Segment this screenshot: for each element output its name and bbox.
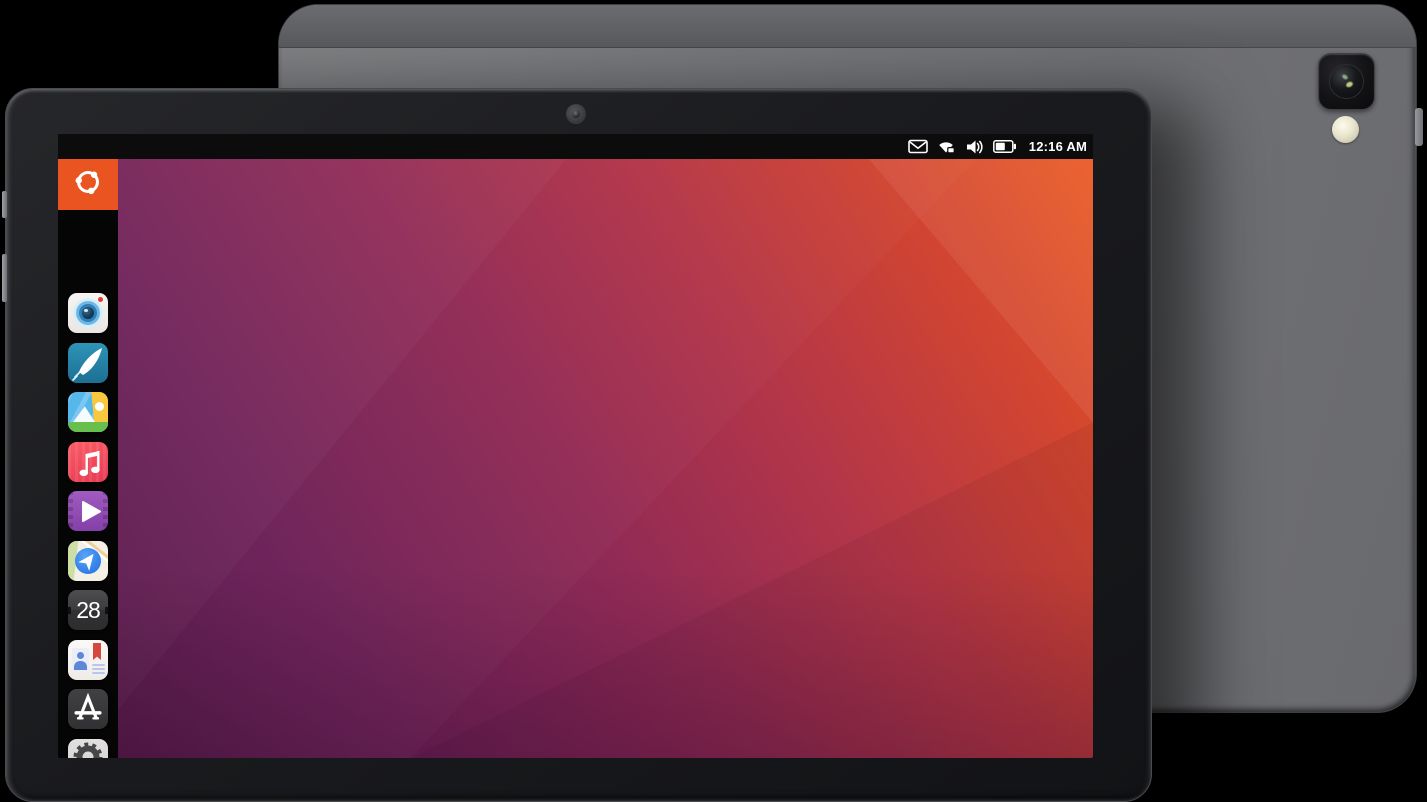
contact-avatar (72, 648, 89, 671)
dock-icon-maps[interactable] (68, 541, 108, 581)
dock-icon-music[interactable] (68, 442, 108, 482)
screen: 12:16 AM (58, 134, 1093, 758)
play-icon (68, 518, 108, 531)
dock-icon-photos[interactable] (68, 392, 108, 432)
front-camera (566, 104, 586, 124)
dock-icon-fonts[interactable] (68, 689, 108, 729)
dock-icon-notes[interactable] (68, 343, 108, 383)
camera-lens-icon (73, 298, 103, 328)
volume-rocker-button (2, 254, 7, 302)
navigation-arrow-icon (75, 548, 101, 574)
dock-icon-videos[interactable] (68, 491, 108, 531)
indicator-area[interactable]: 12:16 AM (908, 139, 1093, 155)
rear-camera-lens (1329, 64, 1364, 99)
wifi-secure-icon (937, 139, 956, 154)
antenna-band (279, 5, 1416, 48)
dock-icon-settings[interactable] (68, 739, 108, 758)
flip-clock-hinge (68, 607, 71, 614)
power-button (1415, 108, 1423, 146)
dock-icon-ubuntu[interactable] (58, 159, 118, 210)
volume-icon (965, 139, 984, 155)
flip-clock-hinge (105, 607, 108, 614)
dock-icon-contacts[interactable] (68, 640, 108, 680)
grass-strip (68, 422, 108, 432)
feather-icon (68, 370, 108, 383)
wallpaper-vignette (118, 159, 1093, 758)
launcher-dock: 28 (58, 159, 118, 758)
camera-flash-led (1332, 116, 1359, 143)
equalizer-texture (68, 442, 108, 482)
lens-glint (1345, 81, 1353, 88)
text-line (92, 672, 105, 674)
tablet-front: 12:16 AM (5, 88, 1152, 802)
dock-icon-camera[interactable] (68, 293, 108, 333)
text-line (92, 668, 105, 670)
filmstrip-edge (68, 491, 73, 531)
battery-icon (993, 140, 1017, 153)
volume-up-button (2, 191, 7, 218)
ubuntu-wallpaper (118, 159, 1093, 758)
mail-icon (908, 139, 928, 154)
record-dot (98, 297, 103, 302)
ubuntu-logo-icon (71, 165, 105, 204)
clock[interactable]: 12:16 AM (1029, 139, 1087, 154)
letter-a-icon (68, 689, 108, 729)
filmstrip-edge (103, 491, 108, 531)
dock-icon-calendar[interactable]: 28 (68, 590, 108, 630)
pin-dot (95, 402, 104, 411)
calendar-date-icon: 28 (76, 599, 100, 622)
text-line (92, 664, 105, 666)
gear-icon (72, 741, 104, 759)
top-panel: 12:16 AM (58, 134, 1093, 159)
lens-glint (1341, 74, 1348, 81)
rear-camera-module (1318, 53, 1375, 110)
tablet-product-render: 12:16 AM (0, 0, 1427, 800)
bookmark-ribbon (93, 643, 101, 660)
